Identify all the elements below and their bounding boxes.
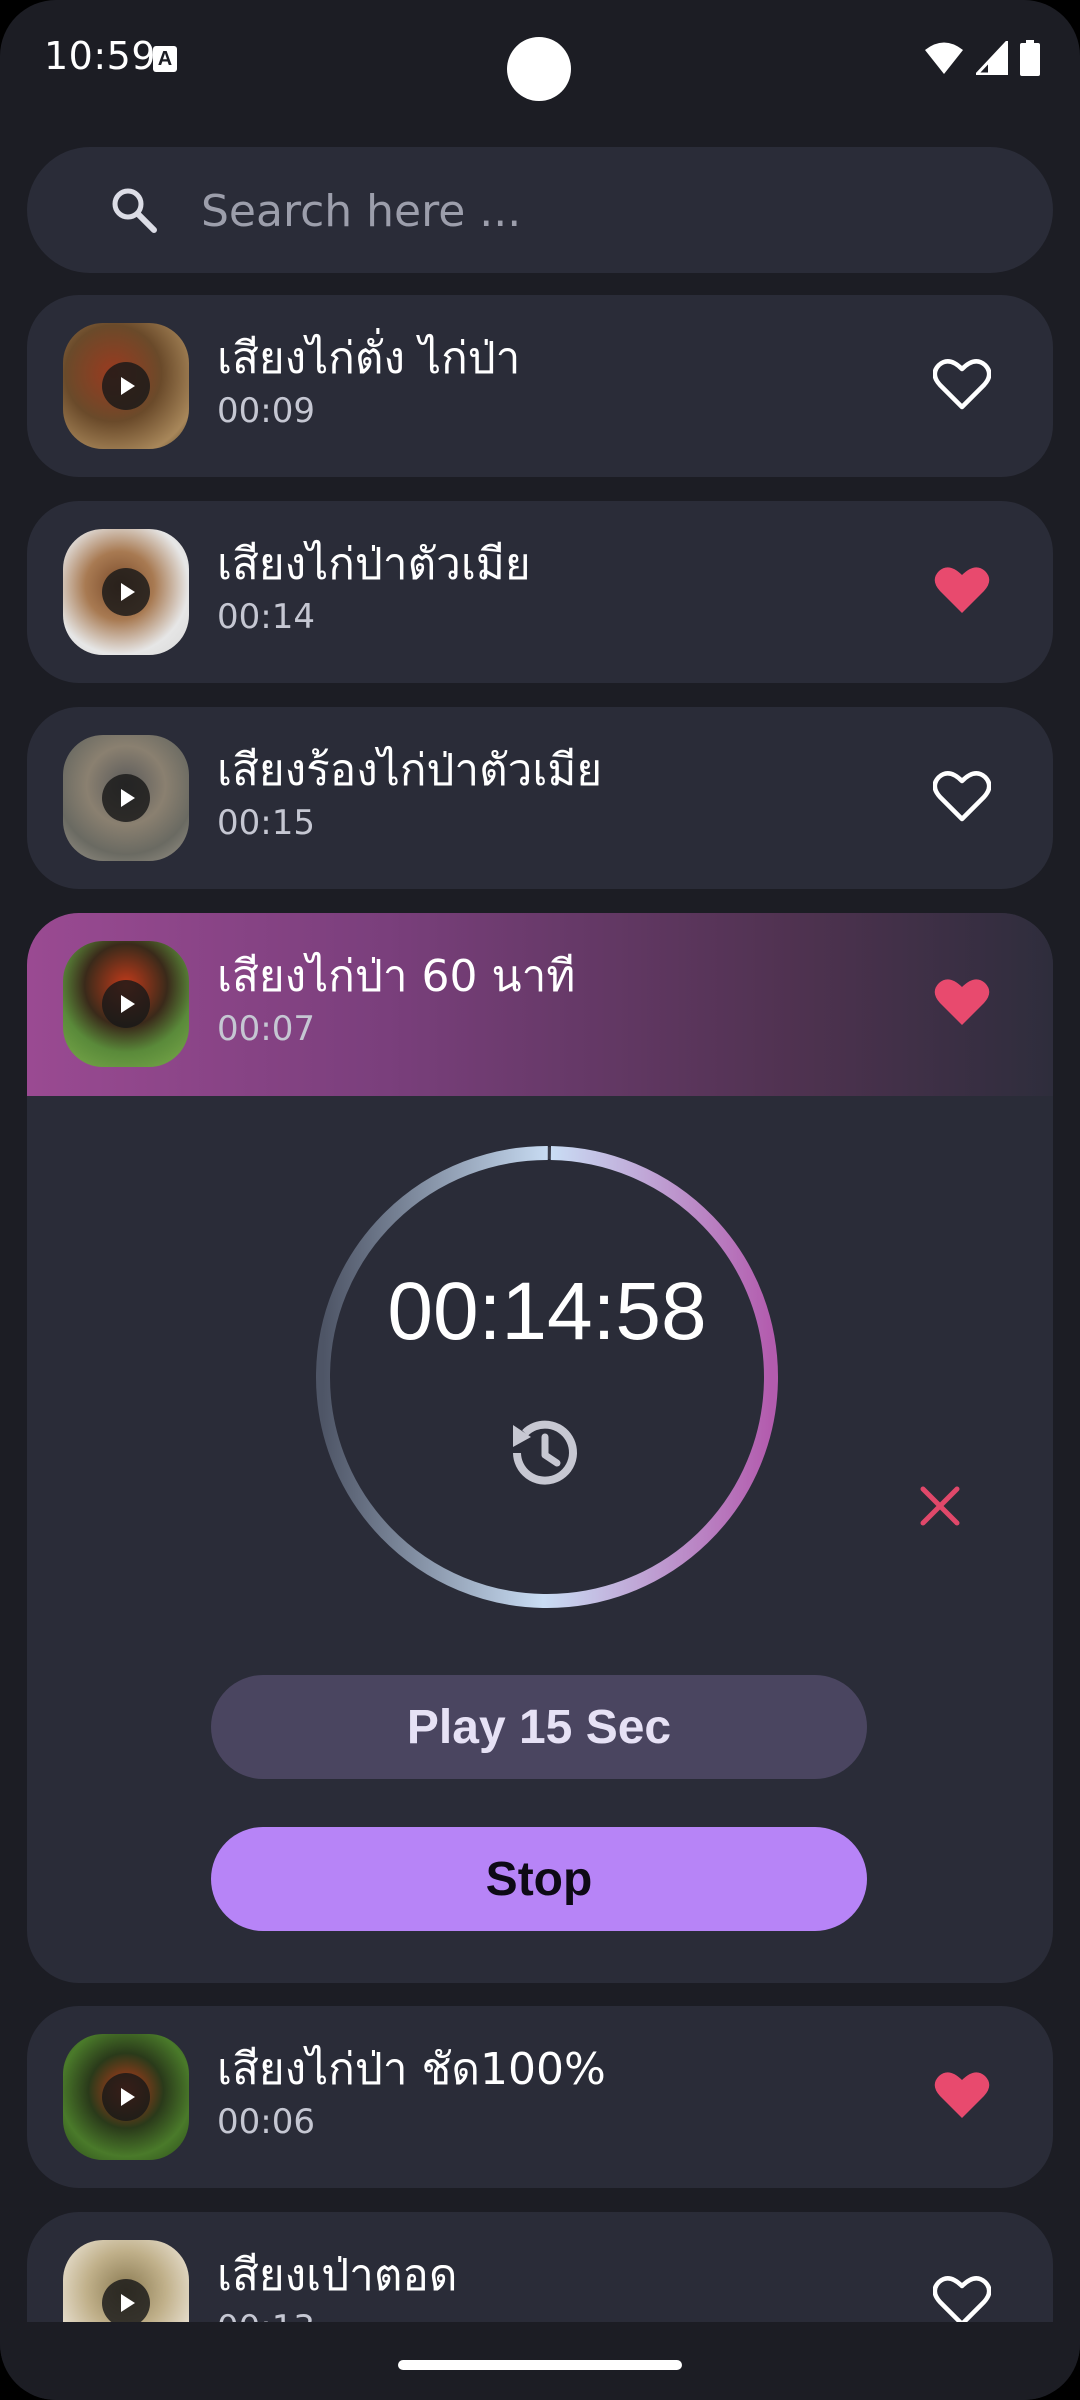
battery-icon [1020,40,1040,76]
play-icon[interactable] [102,980,150,1028]
heart-outline-icon[interactable] [933,357,991,411]
sound-title: เสียงไก่ตั่ง ไก่ป่า [217,333,521,384]
play-icon[interactable] [102,568,150,616]
sound-thumbnail[interactable] [63,2034,189,2160]
play-icon[interactable] [102,2073,150,2121]
sound-item[interactable]: เสียงไก่ป่า ชัด100% 00:06 [27,2006,1053,2188]
expanded-player-card: เสียงไก่ป่า 60 นาที 00:07 00:14:58 [27,913,1053,1983]
sound-thumbnail[interactable] [63,323,189,449]
status-bar: 10:59 A [0,0,1080,120]
close-icon[interactable] [917,1483,963,1529]
sound-duration: 00:07 [217,1009,315,1049]
camera-cutout [507,37,571,101]
signal-icon [976,41,1008,75]
heart-filled-icon[interactable] [933,563,991,617]
sound-duration: 00:09 [217,391,315,431]
sound-duration: 00:14 [217,597,315,637]
heart-filled-icon[interactable] [933,2068,991,2122]
sound-thumbnail[interactable] [63,529,189,655]
sound-item[interactable]: เสียงร้องไก่ป่าตัวเมีย 00:15 [27,707,1053,889]
play-icon[interactable] [102,774,150,822]
search-input[interactable] [199,175,1003,247]
timer-progress-ring [316,1146,778,1608]
search-bar[interactable] [27,147,1053,273]
sound-item[interactable]: เสียงไก่ตั่ง ไก่ป่า 00:09 [27,295,1053,477]
sound-title: เสียงไก่ป่าตัวเมีย [217,539,531,590]
heart-outline-icon[interactable] [933,2274,991,2328]
active-sound-header[interactable]: เสียงไก่ป่า 60 นาที 00:07 [27,913,1053,1096]
play-15-sec-button[interactable]: Play 15 Sec [211,1675,867,1779]
notification-icon: A [153,46,177,72]
search-icon [112,188,157,233]
restart-history-icon[interactable] [501,1411,585,1495]
sound-duration: 00:15 [217,803,315,843]
status-icons [924,40,1040,76]
play-icon[interactable] [102,2279,150,2327]
sound-title: เสียงเป่าตอด [217,2250,458,2301]
sound-thumbnail[interactable] [63,735,189,861]
gesture-handle[interactable] [398,2360,682,2370]
stop-button[interactable]: Stop [211,1827,867,1931]
sound-title: เสียงไก่ป่า ชัด100% [217,2044,606,2095]
heart-filled-icon[interactable] [933,975,991,1029]
heart-outline-icon[interactable] [933,769,991,823]
sound-item[interactable]: เสียงไก่ป่าตัวเมีย 00:14 [27,501,1053,683]
app-screen: 10:59 A เสียงไก่ตั่ง ไก่ [0,0,1080,2400]
sound-thumbnail[interactable] [63,941,189,1067]
sound-title: เสียงร้องไก่ป่าตัวเมีย [217,745,603,796]
sound-title: เสียงไก่ป่า 60 นาที [217,951,576,1002]
play-icon[interactable] [102,362,150,410]
status-time: 10:59 [44,34,157,78]
wifi-icon [925,42,963,74]
sound-duration: 00:06 [217,2102,315,2142]
timer-display: 00:14:58 [387,1266,707,1357]
